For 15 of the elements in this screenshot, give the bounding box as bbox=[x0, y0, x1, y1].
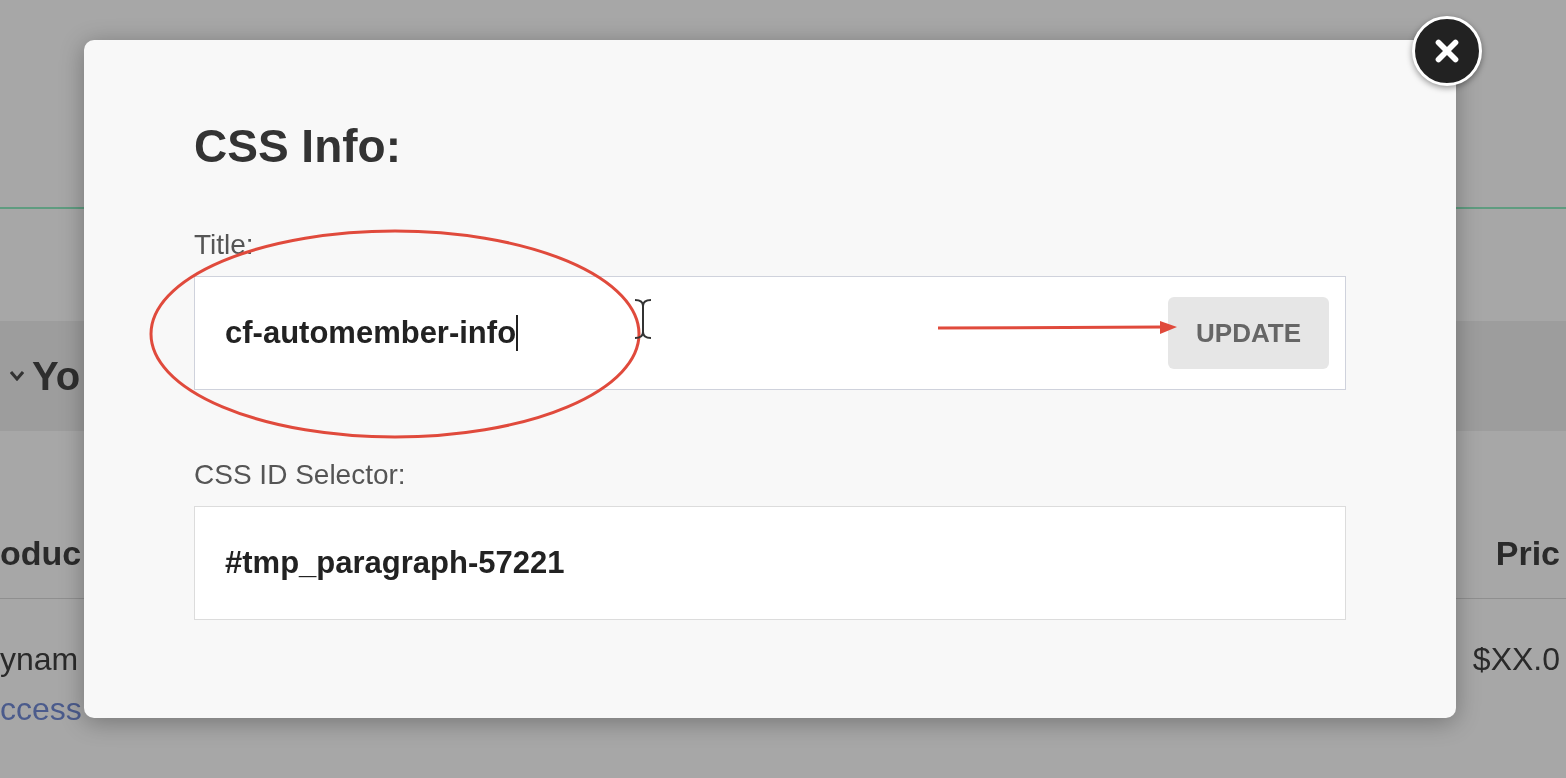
field-label: Title: bbox=[194, 228, 255, 262]
column-header: Pric bbox=[1495, 533, 1561, 574]
update-button[interactable]: UPDATE bbox=[1168, 297, 1329, 369]
chevron-icon bbox=[10, 371, 24, 381]
section-title: Yo bbox=[32, 353, 81, 400]
field-label: CSS ID Selector: bbox=[194, 458, 407, 492]
text-field[interactable]: cf-automember-info UPDATE bbox=[194, 276, 1346, 390]
table-cell-text: $XX.0 bbox=[1472, 640, 1561, 679]
column-header: oduc bbox=[0, 533, 82, 574]
text-field[interactable]: #tmp_paragraph-57221 bbox=[194, 506, 1346, 620]
table-cell-text: ynam bbox=[0, 640, 80, 679]
close-button[interactable] bbox=[1412, 16, 1482, 86]
text-cursor bbox=[516, 315, 519, 351]
text-cursor-icon bbox=[632, 298, 654, 340]
dialog-title: CSS Info: bbox=[194, 119, 402, 174]
